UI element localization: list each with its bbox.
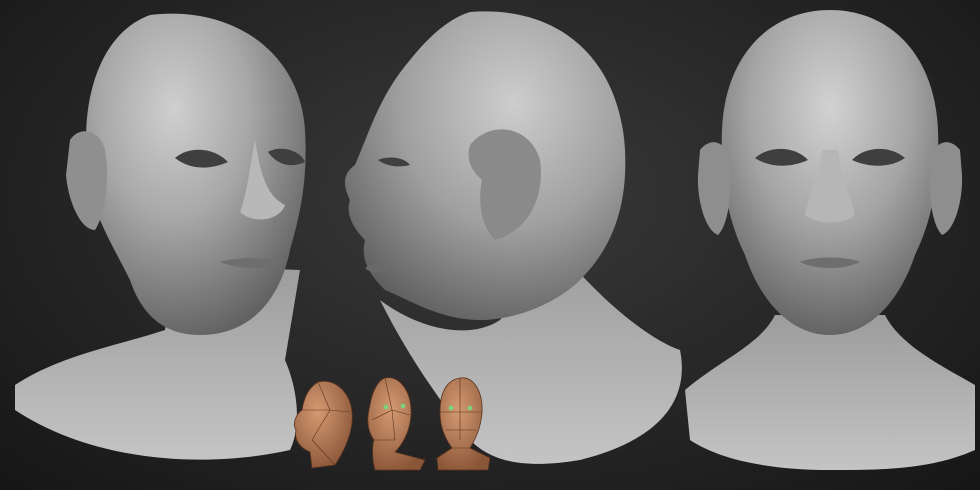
- three-quarter-skull: [85, 13, 306, 336]
- lowpoly-three-quarter-eye-2: [400, 403, 406, 409]
- lowpoly-three-quarter: [367, 377, 426, 471]
- lowpoly-front-left-eye: [448, 405, 454, 411]
- render-canvas: [15, 10, 975, 471]
- front-right-ear: [929, 142, 963, 235]
- three-quarter-ear: [66, 131, 107, 230]
- lowpoly-three-quarter-eye: [383, 404, 389, 410]
- lowpoly-front-right-eye: [467, 405, 473, 411]
- sculpt-render-scene: [0, 0, 980, 490]
- front-neck: [685, 315, 975, 470]
- lowpoly-profile: [294, 380, 353, 469]
- front-head-render: [685, 10, 975, 470]
- front-left-ear: [697, 142, 731, 235]
- three-quarter-head-render: [15, 13, 306, 460]
